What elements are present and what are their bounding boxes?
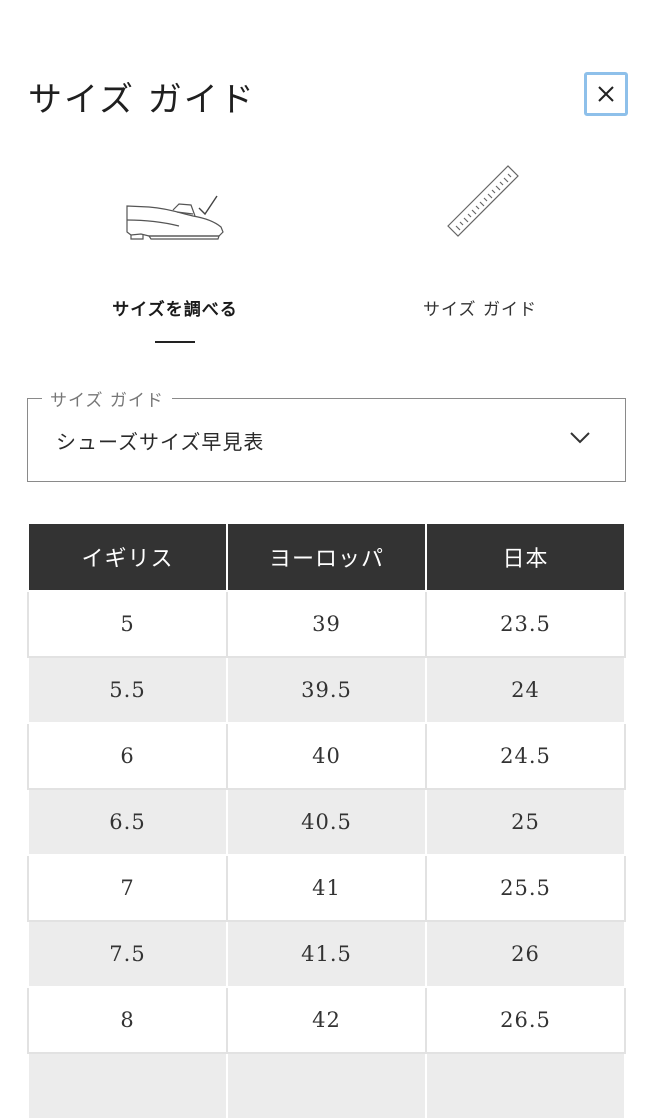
- cell-europe: 42: [226, 986, 427, 1054]
- cell-uk: 5: [27, 590, 228, 658]
- select-value: シューズサイズ早見表: [56, 430, 265, 454]
- size-guide-select[interactable]: サイズ ガイド シューズサイズ早見表: [27, 386, 626, 482]
- cell-uk: 5.5: [27, 656, 228, 724]
- table-row: 6 40 24.5: [27, 722, 626, 790]
- cell-europe: 41: [226, 854, 427, 922]
- close-icon: [598, 86, 614, 102]
- table-row: 7 41 25.5: [27, 854, 626, 922]
- cell-europe: 39: [226, 590, 427, 658]
- cell-uk: 7.5: [27, 920, 228, 988]
- cell-japan: 25.5: [425, 854, 626, 922]
- select-legend: サイズ ガイド: [42, 386, 172, 411]
- tab-find-size[interactable]: サイズを調べる: [25, 150, 325, 350]
- size-tabs: サイズを調べる サイズ ガイド: [0, 150, 653, 350]
- modal-header: サイズ ガイド: [0, 0, 653, 150]
- cell-uk: 7: [27, 854, 228, 922]
- cell-europe: 40: [226, 722, 427, 790]
- table-row: 7.5 41.5 26: [27, 920, 626, 988]
- cell-europe: 40.5: [226, 788, 427, 856]
- tab-size-guide-label: サイズ ガイド: [423, 300, 537, 320]
- cell-japan: 26: [425, 920, 626, 988]
- chevron-down-icon: [570, 432, 590, 444]
- column-header-japan: 日本: [425, 522, 626, 592]
- active-tab-indicator: [155, 341, 195, 343]
- ruler-icon: [447, 165, 519, 237]
- loafer-shoe-icon: [126, 195, 224, 240]
- column-header-europe: ヨーロッパ: [226, 522, 427, 592]
- column-header-uk: イギリス: [27, 522, 228, 592]
- cell-japan: 24.5: [425, 722, 626, 790]
- tab-find-size-label: サイズを調べる: [112, 300, 238, 320]
- table-row: 5.5 39.5 24: [27, 656, 626, 724]
- cell-japan: [425, 1052, 626, 1120]
- cell-europe: 39.5: [226, 656, 427, 724]
- cell-japan: 24: [425, 656, 626, 724]
- cell-japan: 23.5: [425, 590, 626, 658]
- shoe-size-table: イギリス ヨーロッパ 日本 5 39 23.5 5.5 39.5 24 6 40…: [27, 522, 626, 1120]
- cell-europe: 41.5: [226, 920, 427, 988]
- cell-europe: [226, 1052, 427, 1120]
- cell-uk: [27, 1052, 228, 1120]
- cell-uk: 6: [27, 722, 228, 790]
- table-row: 8 42 26.5: [27, 986, 626, 1054]
- table-row: 6.5 40.5 25: [27, 788, 626, 856]
- cell-japan: 26.5: [425, 986, 626, 1054]
- close-button[interactable]: [584, 72, 628, 116]
- table-header-row: イギリス ヨーロッパ 日本: [27, 522, 626, 592]
- page-title: サイズ ガイド: [28, 80, 256, 120]
- cell-uk: 6.5: [27, 788, 228, 856]
- tab-size-guide[interactable]: サイズ ガイド: [330, 150, 630, 350]
- table-row: 5 39 23.5: [27, 590, 626, 658]
- cell-uk: 8: [27, 986, 228, 1054]
- cell-japan: 25: [425, 788, 626, 856]
- table-row: [27, 1052, 626, 1120]
